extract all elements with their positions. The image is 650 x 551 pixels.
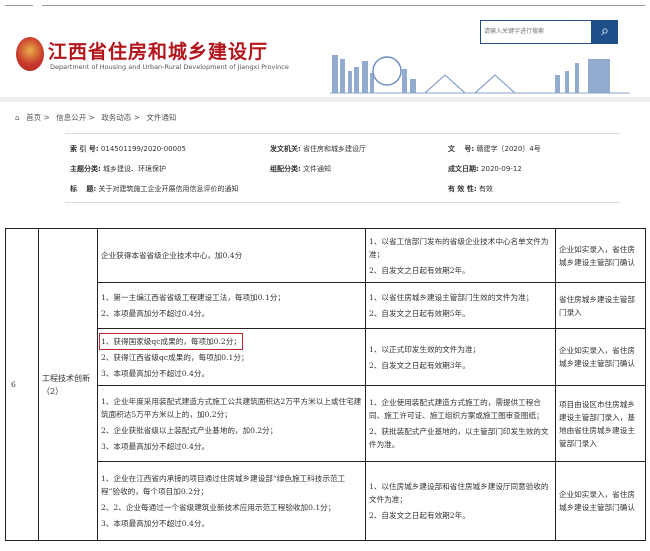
breadcrumb: ⌂ 首页 > 信息公开 > 政务动态 > 文件通知 xyxy=(15,112,180,123)
criteria-line: 2、获得江西省级qc成果的，每项加0.1分； xyxy=(101,352,249,362)
meta-date: 成文日期: 2020-09-12 xyxy=(448,165,522,173)
criteria-line: 1、第一主编江西省省级工程建设工法，每项加0.1分； xyxy=(101,293,285,302)
criteria-line: 企业获得本省省级企业技术中心，加0.4分 xyxy=(101,251,243,260)
search-button[interactable]: ⌕ xyxy=(592,20,618,44)
meta-title: 标 题: 关于对建筑施工企业开展信用信息评价的通知 xyxy=(70,185,239,193)
site-subtitle: Department of Housing and Urban-Rural De… xyxy=(50,63,289,71)
meta-topic: 主题分类: 城乡建设、环境保护 xyxy=(70,165,167,173)
basis-cell: 1、以省住房城乡建设主管部门生效的文件为准； 2、自发文之日起有效期5年。 xyxy=(365,282,556,329)
home-icon: ⌂ xyxy=(15,113,20,122)
criteria-cell: 1、企业在江西省内承接的项目通过住房城乡建设部“绿色施工科技示范工程”验收的，每… xyxy=(97,461,366,541)
basis-line: 2、自发文之日起有效期5年。 xyxy=(369,309,470,318)
top-rule-right xyxy=(42,5,645,6)
basis-line: 2、自发文之日起有效期2年。 xyxy=(369,511,470,520)
category-cell: 工程技术创新（2） xyxy=(38,228,98,541)
site-header: 江西省住房和城乡建设厅 Department of Housing and Ur… xyxy=(0,8,650,102)
site-title[interactable]: 江西省住房和城乡建设厅 xyxy=(48,37,268,64)
basis-cell: 1、以正式印发生效的文件为准； 2、自发文之日起有效期3年。 xyxy=(365,328,556,386)
search-input[interactable] xyxy=(480,20,592,44)
criteria-line: 3、本项最高加分不超过0.4分。 xyxy=(101,368,210,378)
basis-cell: 1、以住房城乡建设部和省住房城乡建设厅同意验收的文件为准； 2、自发文之日起有效期… xyxy=(365,461,556,541)
basis-line: 2、自发文之日起有效期2年。 xyxy=(369,265,470,275)
basis-line: 1、企业使用装配式建造方式施工的，需提供工程合同、施工许可证、施工组织方案或施工… xyxy=(369,398,544,420)
criteria-line: 2、2、企业每通过一个省级建筑业新技术应用示范工程验收加0.1分； xyxy=(101,503,336,512)
basis-line: 1、以省工信部门发布的省级企业技术中心名单文件为准； xyxy=(369,236,549,259)
table-row: 1、第一主编江西省省级工程建设工法，每项加0.1分； 2、本项最高加分不超过0.4… xyxy=(6,282,646,329)
basis-line: 1、以正式印发生效的文件为准； xyxy=(369,344,481,354)
item-number-cell: 6 xyxy=(5,228,39,541)
criteria-line: 3、本项最高加分不超过0.4分。 xyxy=(101,441,210,451)
entry-cell: 企业如实录入，省住房城乡建设主管部门确认 xyxy=(555,328,646,386)
criteria-line: 2、企业获批省级以上装配式产业基地的，加0.2分； xyxy=(101,425,278,435)
criteria-cell: 1、第一主编江西省省级工程建设工法，每项加0.1分； 2、本项最高加分不超过0.4… xyxy=(97,282,366,329)
document-meta: 索 引 号: 014501199/2020-00005 发文机关: 省住房和城乡… xyxy=(65,133,620,203)
criteria-line: 1、企业年度采用装配式建造方式施工公共建筑面积达2万平方米以上或住宅建筑面积达5… xyxy=(101,396,362,419)
meta-validity: 有 效 性: 有效 xyxy=(448,185,493,193)
table-row: 6 工程技术创新（2） 企业获得本省省级企业技术中心，加0.4分 1、以省工信部门发布… xyxy=(5,228,646,541)
basis-line: 1、以住房城乡建设部和省住房城乡建设厅同意验收的文件为准； xyxy=(369,482,549,504)
entry-cell: 省住房城乡建设主管部门录入 xyxy=(555,282,646,329)
meta-docno: 文 号: 赣建字〔2020〕4号 xyxy=(448,145,541,153)
basis-line: 2、自发文之日起有效期3年。 xyxy=(369,360,470,370)
city-skyline-image xyxy=(330,55,630,94)
criteria-line: 1、企业在江西省内承接的项目通过住房城乡建设部“绿色施工科技示范工程”验收的，每… xyxy=(101,474,346,496)
breadcrumb-gov-news[interactable]: 政务动态 > xyxy=(101,113,140,122)
highlighted-criteria-line: 1、获得国家级qc成果的，每项加0.2分； xyxy=(99,332,243,350)
table-row: 1、企业在江西省内承接的项目通过住房城乡建设部“绿色施工科技示范工程”验收的，每… xyxy=(6,461,646,541)
basis-line: 2、获批装配式产业基地的，以主管部门印发生效的文件为准。 xyxy=(369,427,549,449)
magnifier-icon: ⌕ xyxy=(601,23,609,39)
meta-issuer: 发文机关: 省住房和城乡建设厅 xyxy=(270,145,367,153)
criteria-cell: 企业获得本省省级企业技术中心，加0.4分 xyxy=(97,228,366,283)
basis-line: 1、以省住房城乡建设主管部门生效的文件为准； xyxy=(369,293,534,302)
criteria-line: 2、本项最高加分不超过0.4分。 xyxy=(101,309,210,318)
national-emblem-icon xyxy=(16,37,44,71)
criteria-cell: 1、获得国家级qc成果的，每项加0.2分； 2、获得江西省级qc成果的，每项加0.… xyxy=(97,328,366,386)
scoring-table: 6 工程技术创新（2） 企业获得本省省级企业技术中心，加0.4分 1、以省工信部门发布… xyxy=(5,228,646,541)
basis-cell: 1、以省工信部门发布的省级企业技术中心名单文件为准； 2、自发文之日起有效期2年。 xyxy=(365,228,556,283)
breadcrumb-home[interactable]: 首页 > xyxy=(26,113,50,122)
meta-category: 组配分类: 文件通知 xyxy=(270,165,332,173)
top-rule-left xyxy=(5,5,33,6)
breadcrumb-info-public[interactable]: 信息公开 > xyxy=(56,113,95,122)
criteria-line: 3、本项最高加分不超过0.4分。 xyxy=(101,519,210,528)
criteria-cell: 1、企业年度采用装配式建造方式施工公共建筑面积达2万平方米以上或住宅建筑面积达5… xyxy=(97,385,366,462)
entry-cell: 企业如实录入，省住房城乡建设主管部门确认 xyxy=(555,228,646,283)
entry-cell: 企业如实录入，省住房城乡建设主管部门确认 xyxy=(555,461,646,541)
meta-index: 索 引 号: 014501199/2020-00005 xyxy=(70,145,186,153)
entry-cell: 项目由设区市住房城乡建设主管部门录入，基地由省住房城乡建设主管部门录入 xyxy=(555,385,646,462)
table-row: 1、获得国家级qc成果的，每项加0.2分； 2、获得江西省级qc成果的，每项加0.… xyxy=(6,328,646,386)
breadcrumb-notices[interactable]: 文件通知 xyxy=(146,113,176,122)
table-row: 1、企业年度采用装配式建造方式施工公共建筑面积达2万平方米以上或住宅建筑面积达5… xyxy=(6,385,646,462)
basis-cell: 1、企业使用装配式建造方式施工的，需提供工程合同、施工许可证、施工组织方案或施工… xyxy=(365,385,556,462)
